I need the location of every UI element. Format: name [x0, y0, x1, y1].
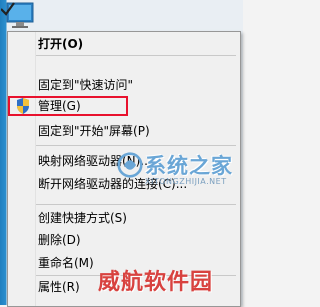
- menu-separator: [36, 204, 236, 205]
- menu-item-label: 属性(R): [38, 280, 80, 294]
- watermark-logo-icon: [117, 152, 143, 178]
- menu-item-pin-quick-access[interactable]: 固定到"快速访问": [10, 74, 236, 96]
- menu-item-label: 固定到"快速访问": [38, 78, 134, 92]
- highlight-box: [8, 96, 128, 116]
- computer-icon[interactable]: [1, 0, 37, 32]
- menu-separator: [36, 145, 236, 146]
- menu-item-open[interactable]: 打开(O): [10, 33, 236, 55]
- menu-separator: [36, 55, 236, 56]
- menu-item-delete[interactable]: 删除(D): [10, 229, 236, 251]
- watermark-site1-url: XITONGZHIJIA.NET: [145, 177, 227, 186]
- menu-item-label: 固定到"开始"屏幕(P): [38, 124, 150, 138]
- menu-item-label: 创建快捷方式(S): [38, 211, 127, 225]
- menu-item-create-shortcut[interactable]: 创建快捷方式(S): [10, 207, 236, 229]
- menu-item-label: 打开(O): [38, 37, 84, 51]
- watermark-site2-name: 威航软件园: [98, 270, 214, 295]
- menu-item-label: 重命名(M): [38, 256, 94, 270]
- watermark-site1-name: 系统之家: [145, 154, 233, 178]
- menu-item-label: 删除(D): [38, 233, 81, 247]
- menu-item-pin-start[interactable]: 固定到"开始"屏幕(P): [10, 120, 236, 142]
